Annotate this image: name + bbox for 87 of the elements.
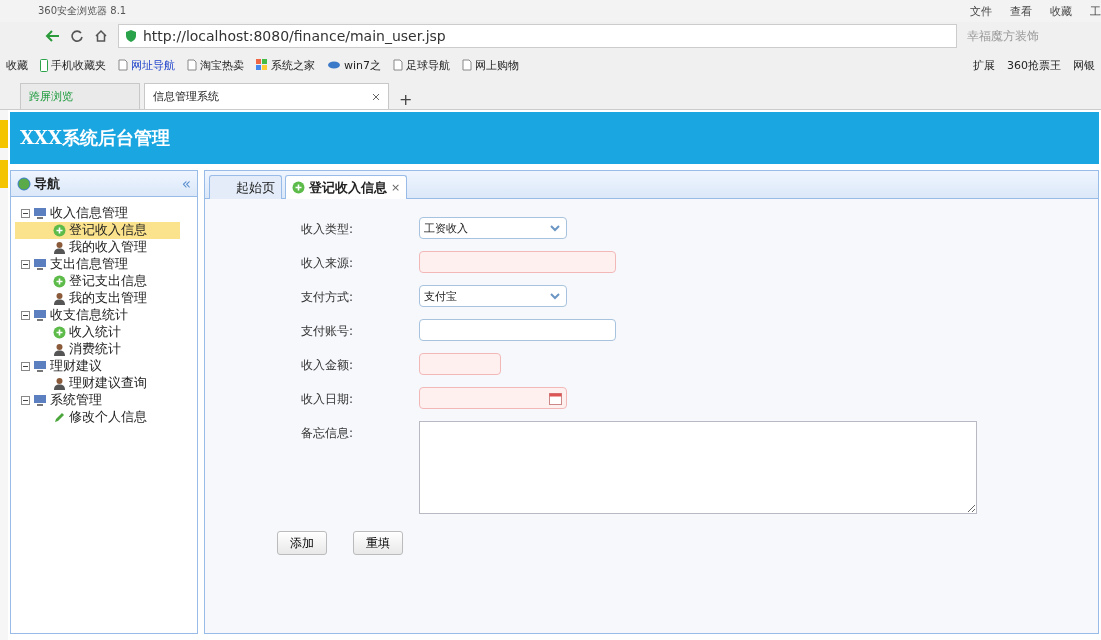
field-label: 收入金额: [301, 357, 355, 374]
select-field[interactable]: 支付宝 [419, 285, 567, 307]
input-field[interactable] [419, 251, 616, 273]
user-icon [53, 377, 66, 390]
address-bar[interactable]: http://localhost:8080/finance/main_user.jsp [118, 24, 957, 48]
tree-node[interactable]: 理财建议 [15, 358, 193, 375]
menu-item[interactable]: 工 [1090, 3, 1101, 19]
tree-item[interactable]: 登记收入信息 [15, 222, 180, 239]
browser-title: 360安全浏览器 8.1 [38, 4, 128, 18]
menu-item[interactable]: 收藏 [1050, 3, 1072, 19]
computer-icon [33, 309, 47, 322]
close-icon[interactable] [372, 92, 380, 101]
bookmark[interactable]: 网址导航 [118, 57, 175, 73]
plus-circle-icon [53, 326, 66, 339]
windows-logo-icon [256, 59, 268, 71]
computer-icon [33, 360, 47, 373]
user-icon [53, 343, 66, 356]
bookmark[interactable]: 收藏 [6, 57, 28, 73]
field-label: 支付账号: [301, 323, 355, 340]
bookmark[interactable]: 足球导航 [393, 57, 451, 73]
field-label: 支付方式: [301, 289, 355, 306]
tree-node[interactable]: 支出信息管理 [15, 256, 193, 273]
shield-icon [125, 29, 137, 43]
browser-tab[interactable]: 信息管理系统 [144, 83, 389, 109]
input-field[interactable] [419, 319, 616, 341]
plus-circle-icon [292, 181, 305, 194]
computer-icon [33, 207, 47, 220]
calendar-icon[interactable] [549, 391, 562, 405]
new-tab-button[interactable]: + [399, 90, 413, 109]
page-icon [393, 59, 404, 71]
tree-item[interactable]: 修改个人信息 [15, 409, 193, 426]
toolbar-item[interactable]: 网银 [1073, 57, 1095, 73]
page-icon [118, 59, 128, 71]
date-field[interactable] [419, 387, 567, 409]
collapse-icon[interactable] [21, 209, 30, 218]
bookmark[interactable]: 系统之家 [256, 57, 315, 73]
bookmark[interactable]: win7之 [327, 57, 382, 73]
user-icon [53, 292, 66, 305]
close-icon[interactable]: × [391, 181, 401, 194]
computer-icon [33, 258, 47, 271]
collapse-icon[interactable] [21, 260, 30, 269]
tree-item[interactable]: 消费统计 [15, 341, 193, 358]
sidebar-marker [0, 120, 8, 148]
plus-circle-icon [53, 275, 66, 288]
bookmark[interactable]: 网上购物 [462, 57, 520, 73]
content-tab[interactable]: 起始页 [209, 175, 282, 199]
tree-item[interactable]: 我的收入管理 [15, 239, 193, 256]
globe-icon [17, 176, 31, 191]
form-button[interactable]: 添加 [277, 531, 327, 555]
home-icon[interactable] [94, 29, 108, 43]
field-label: 备忘信息: [301, 425, 355, 442]
computer-icon [33, 394, 47, 407]
bookmark[interactable]: 手机收藏夹 [40, 57, 106, 73]
phone-icon [40, 58, 48, 72]
bookmark[interactable]: 淘宝热卖 [187, 57, 244, 73]
reload-icon[interactable] [70, 29, 84, 43]
content-tab[interactable]: 登记收入信息 × [285, 175, 408, 199]
tree-item[interactable]: 理财建议查询 [15, 375, 193, 392]
menu-item[interactable]: 查看 [1010, 3, 1032, 19]
tree-item[interactable]: 登记支出信息 [15, 273, 193, 290]
sidebar-marker [0, 160, 8, 188]
field-label: 收入来源: [301, 255, 355, 272]
page-icon [462, 59, 473, 71]
page-icon [187, 59, 197, 71]
app-header: XXX系统后台管理 [10, 112, 1099, 164]
textarea-field[interactable] [419, 421, 977, 514]
field-label: 收入类型: [301, 221, 355, 238]
menu-item[interactable]: 文件 [970, 3, 992, 19]
tree-node[interactable]: 收支信息统计 [15, 307, 193, 324]
collapse-icon[interactable] [21, 362, 30, 371]
panel-title: 导航 [34, 174, 60, 193]
user-icon [53, 241, 66, 254]
tree-item[interactable]: 收入统计 [15, 324, 193, 341]
tree-node[interactable]: 系统管理 [15, 392, 193, 409]
input-field[interactable] [419, 353, 501, 375]
toolbar-item[interactable]: 扩展 [973, 57, 995, 73]
field-label: 收入日期: [301, 391, 355, 408]
back-icon[interactable] [44, 29, 60, 43]
collapse-icon[interactable] [21, 396, 30, 405]
collapse-icon[interactable] [21, 311, 30, 320]
select-field[interactable]: 工资收入 [419, 217, 567, 239]
tree-item[interactable]: 我的支出管理 [15, 290, 193, 307]
plus-circle-icon [53, 224, 66, 237]
tree-node[interactable]: 收入信息管理 [15, 205, 193, 222]
form-button[interactable]: 重填 [353, 531, 403, 555]
toolbar-item[interactable]: 360抢票王 [1007, 57, 1061, 73]
pencil-icon [53, 411, 66, 424]
